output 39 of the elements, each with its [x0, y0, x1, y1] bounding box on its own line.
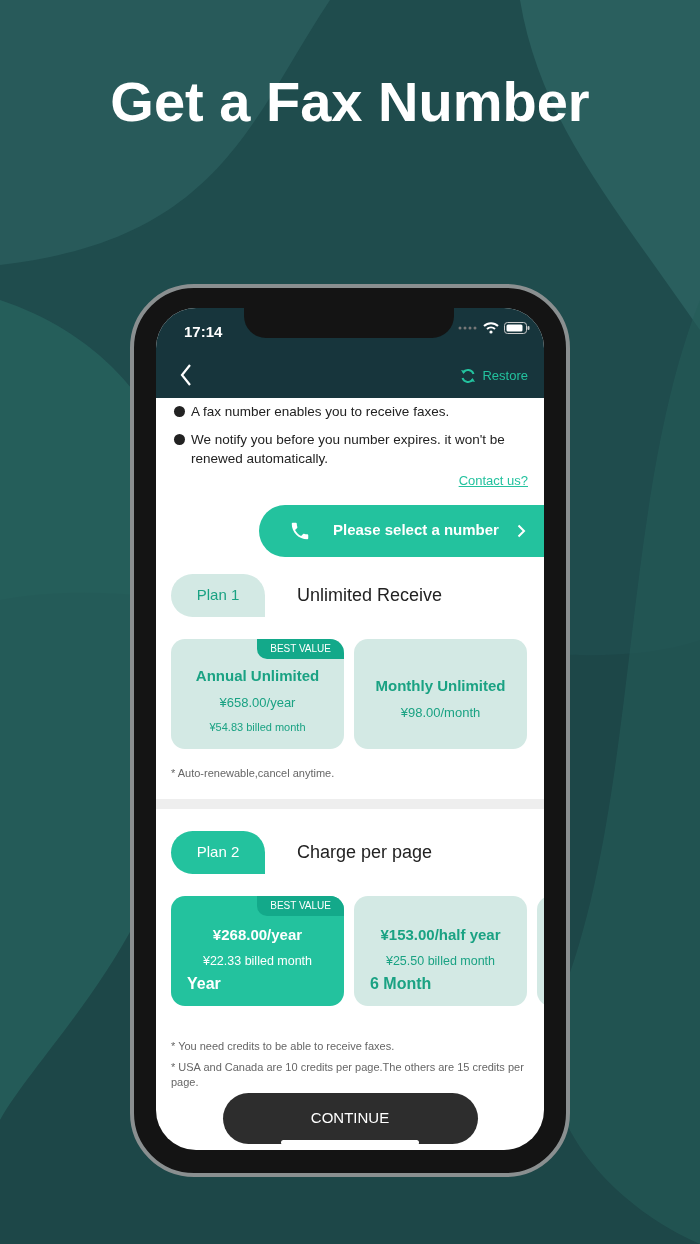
chevron-right-icon — [517, 523, 526, 538]
contact-link[interactable]: Contact us? — [458, 471, 528, 491]
select-number-button[interactable]: Please select a number — [259, 504, 544, 557]
plan-tab[interactable]: Plan 2 — [171, 830, 265, 874]
signal-icon — [458, 326, 478, 330]
plan-name: Annual Unlimited — [195, 665, 320, 686]
plan-card[interactable]: BEST VALUE ¥268.00/year ¥22.33 billed month Year — [171, 895, 344, 1006]
wifi-icon — [483, 322, 499, 334]
plan-period: Year — [187, 973, 221, 994]
billed-monthly: ¥54.83 billed month — [209, 719, 306, 735]
plan-price: ¥658.00/year — [219, 694, 296, 712]
plan-tab[interactable]: Plan 1 — [171, 573, 265, 617]
best-value-badge: BEST VALUE — [257, 638, 344, 659]
plan-price: ¥153.00/half year — [380, 924, 501, 945]
plan-name: Monthly Unlimited — [375, 675, 506, 696]
plan-price: ¥268.00/year — [212, 924, 303, 945]
plan-note: * Auto-renewable,cancel anytime. — [171, 765, 336, 781]
back-button[interactable] — [178, 362, 194, 388]
plan-note: * You need credits to be able to receive faxes. — [171, 1038, 396, 1054]
plan-card[interactable]: Monthly Unlimited ¥98.00/month — [354, 638, 527, 749]
status-time: 17:14 — [184, 323, 223, 340]
continue-button[interactable]: CONTINUE — [222, 1093, 478, 1144]
headline: Get a Fax Number — [110, 69, 590, 135]
battery-icon — [504, 322, 530, 334]
billed-monthly: ¥25.50 billed month — [385, 953, 496, 970]
info-text: We notify you before you number expires. it won't be renewed automatically. — [191, 431, 506, 468]
billed-monthly: ¥22.33 billed month — [202, 953, 313, 970]
plan-card[interactable]: ¥153.00/half year ¥25.50 billed month 6 Month — [354, 895, 527, 1006]
plan-card[interactable]: BEST VALUE Annual Unlimited ¥658.00/year ¥54.83 billed month — [171, 638, 344, 749]
plan-period: 6 Month — [370, 973, 432, 994]
back-icon — [180, 363, 192, 387]
refresh-icon — [460, 367, 477, 384]
best-value-badge: BEST VALUE — [257, 895, 344, 916]
plan-note: * USA and Canada are 10 credits per page.The others are 15 credits per page. — [171, 1059, 525, 1090]
info-text: A fax number enables you to receive faxes. — [191, 403, 451, 421]
plan-title: Unlimited Receive — [297, 583, 443, 607]
plan-price: ¥98.00/month — [400, 704, 481, 722]
restore-button[interactable]: Restore — [460, 366, 528, 386]
plan-title: Charge per page — [297, 840, 433, 864]
